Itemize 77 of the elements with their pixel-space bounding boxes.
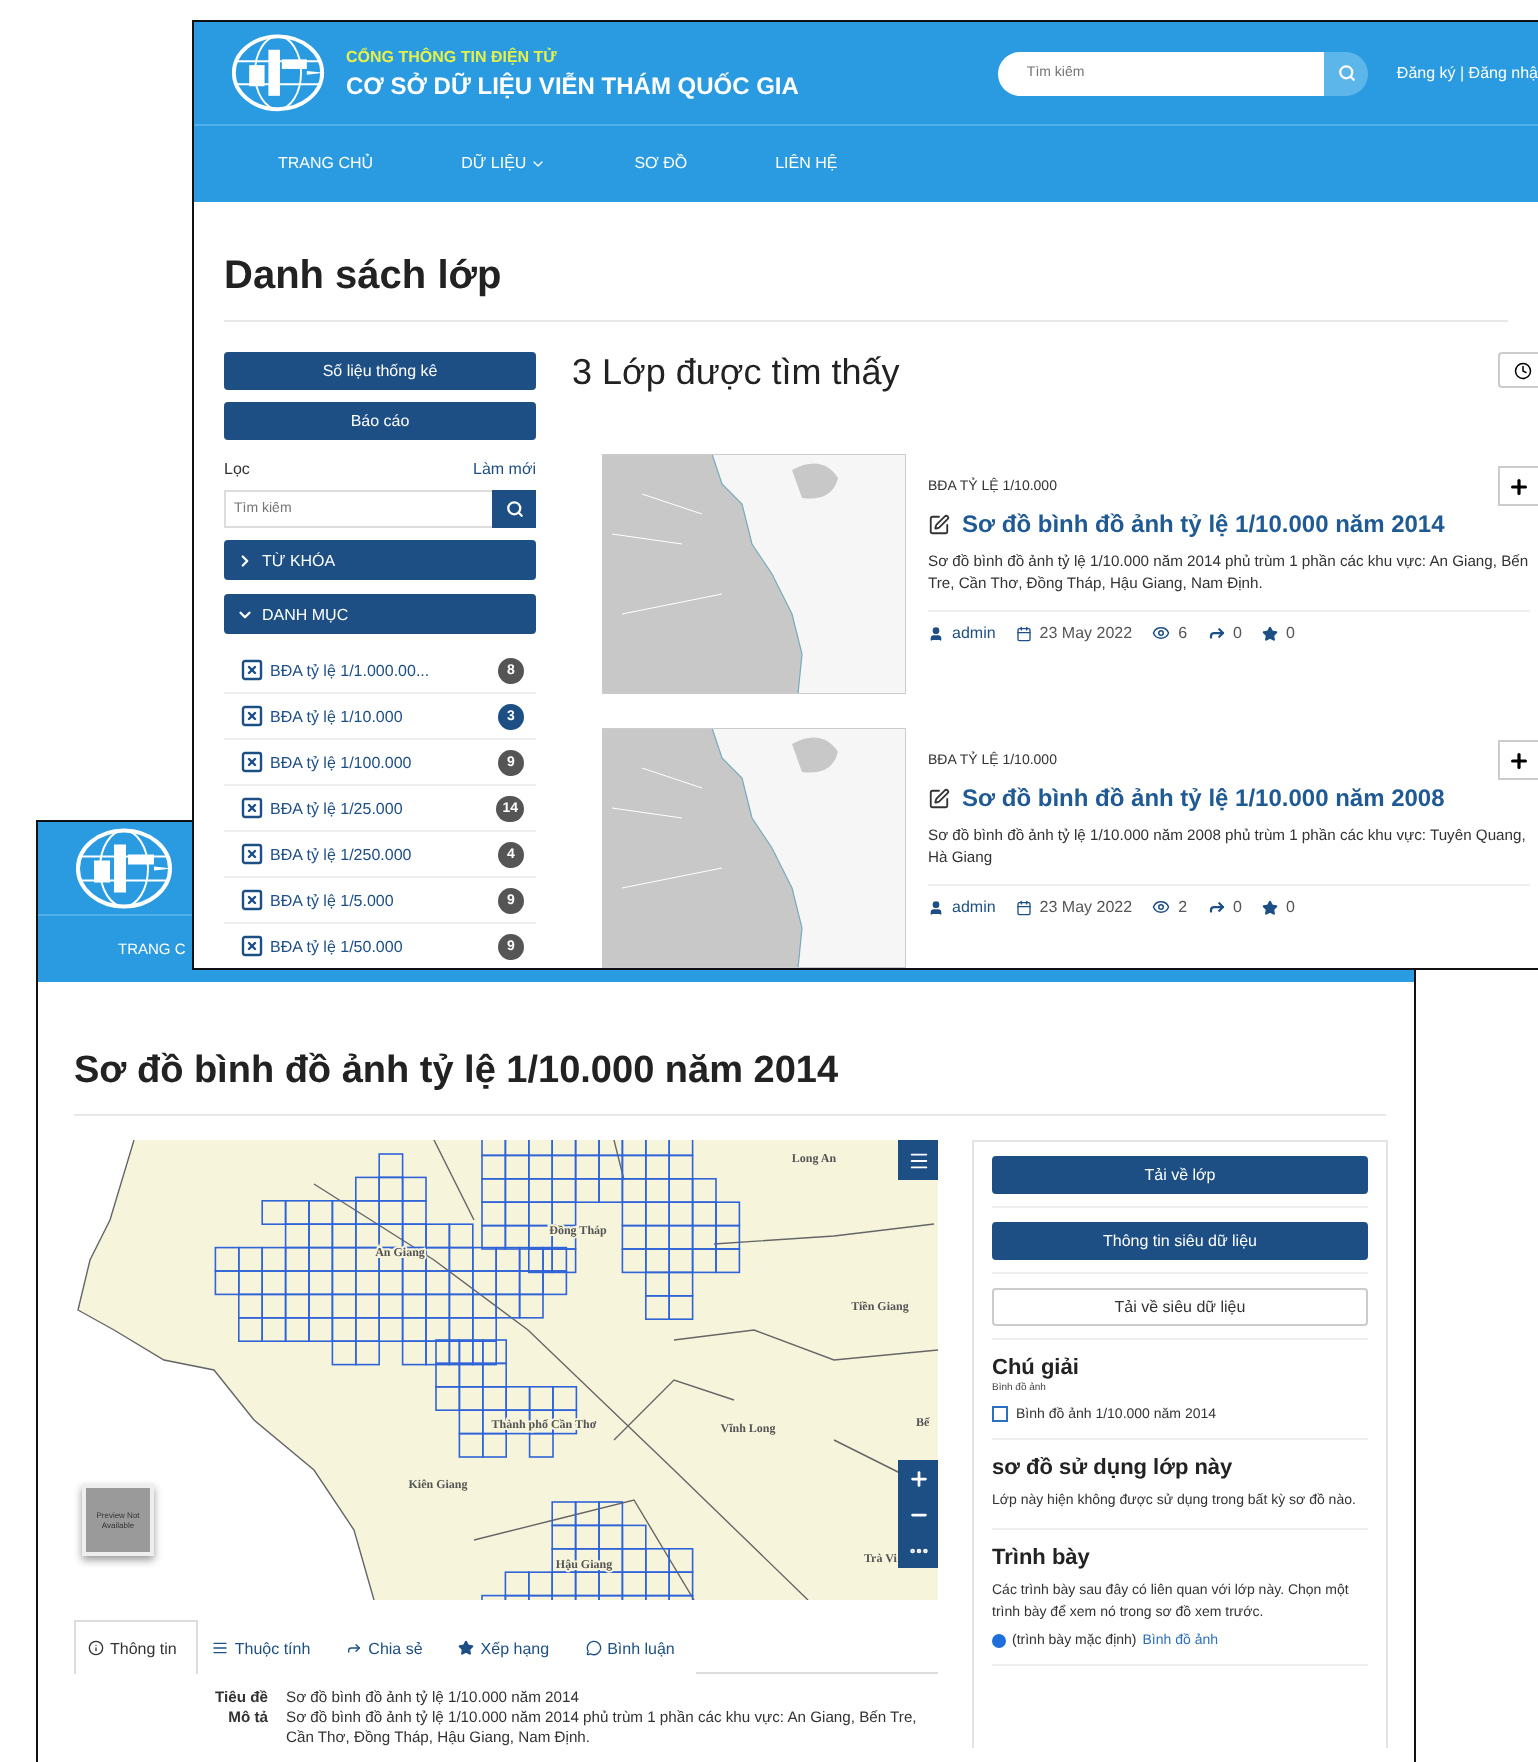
- rating-count: 0: [1285, 898, 1295, 916]
- calendar-icon: [1015, 899, 1032, 915]
- share-icon: [1207, 624, 1226, 642]
- category-label[interactable]: BĐA tỷ lệ 1/25.000: [270, 799, 491, 817]
- share-icon: [346, 1640, 363, 1656]
- date-text: 23 May 2022: [1039, 624, 1133, 642]
- remove-icon[interactable]: [240, 658, 264, 682]
- menu-icon: [907, 1149, 929, 1171]
- shares-count: 0: [1233, 898, 1242, 916]
- add-button[interactable]: [1498, 466, 1538, 506]
- edit-icon[interactable]: [928, 787, 950, 809]
- remove-icon[interactable]: [240, 704, 264, 728]
- eye-icon: [1152, 898, 1171, 916]
- remove-icon[interactable]: [240, 796, 264, 820]
- shares-count: 0: [1233, 624, 1242, 642]
- clock-button[interactable]: [1498, 352, 1538, 388]
- site-tagline: CỔNG THÔNG TIN ĐIỆN TỬ: [346, 47, 559, 65]
- layer-title[interactable]: Sơ đồ bình đồ ảnh tỷ lệ 1/10.000 năm 2014: [962, 510, 1445, 538]
- category-label[interactable]: BĐA tỷ lệ 1/50.000: [270, 937, 492, 955]
- category-label[interactable]: BĐA tỷ lệ 1/100.000: [270, 753, 492, 771]
- chevron-right-icon: [236, 551, 254, 569]
- search-icon: [505, 500, 523, 518]
- legend-heading: Chú giải: [992, 1356, 1081, 1380]
- author-text: admin: [952, 624, 996, 642]
- list-icon: [212, 1640, 229, 1656]
- checkbox[interactable]: [992, 1406, 1008, 1422]
- page-title: Sơ đồ bình đồ ảnh tỷ lệ 1/10.000 năm 2014: [74, 1050, 1386, 1116]
- share-icon: [1207, 898, 1226, 916]
- comment-icon: [585, 1640, 602, 1656]
- search-icon: [1337, 64, 1356, 82]
- sidebar-button[interactable]: Báo cáo: [224, 402, 536, 440]
- eye-icon: [1152, 624, 1171, 642]
- star-icon: [1261, 625, 1278, 641]
- remove-icon[interactable]: [240, 750, 264, 774]
- category-label[interactable]: BĐA tỷ lệ 1/10.000: [270, 707, 492, 725]
- site-logo: [74, 825, 174, 911]
- category-label[interactable]: BĐA tỷ lệ 1/5.000: [270, 891, 492, 909]
- remove-icon[interactable]: [240, 842, 264, 866]
- star-icon: [1261, 899, 1278, 915]
- search-button[interactable]: [492, 490, 536, 528]
- layer-title[interactable]: Sơ đồ bình đồ ảnh tỷ lệ 1/10.000 năm 2008: [962, 784, 1445, 812]
- results-heading: 3 Lớp được tìm thấy: [572, 352, 900, 394]
- category-label[interactable]: BĐA tỷ lệ 1/250.000: [270, 845, 492, 863]
- plus-icon: [1508, 749, 1530, 771]
- reset-link[interactable]: Làm mới: [473, 460, 536, 478]
- filter-label: Lọc: [224, 460, 250, 478]
- section-heading: Trình bày: [992, 1546, 1092, 1570]
- add-button[interactable]: [1498, 740, 1538, 780]
- sidebar-button[interactable]: Số liệu thống kê: [224, 352, 536, 390]
- views-count: 6: [1178, 624, 1188, 642]
- radio-button[interactable]: [992, 1634, 1006, 1648]
- star-icon: [458, 1640, 475, 1656]
- section-toggle[interactable]: TỪ KHÓA: [224, 540, 536, 580]
- action-button[interactable]: Tải về lớp: [992, 1156, 1368, 1194]
- plus-icon: [907, 1467, 929, 1489]
- date-text: 23 May 2022: [1039, 898, 1133, 916]
- info-icon: [88, 1640, 104, 1656]
- action-button[interactable]: Thông tin siêu dữ liệu: [992, 1222, 1368, 1260]
- rating-count: 0: [1285, 624, 1295, 642]
- category-label[interactable]: BĐA tỷ lệ 1/1.000.00...: [270, 661, 492, 679]
- author-text: admin: [952, 898, 996, 916]
- remove-icon[interactable]: [240, 934, 264, 958]
- calendar-icon: [1015, 625, 1032, 641]
- user-icon: [928, 899, 944, 915]
- tab[interactable]: Thông tin: [74, 1620, 199, 1674]
- page-title: Danh sách lớp: [224, 254, 1508, 322]
- remove-icon[interactable]: [240, 888, 264, 912]
- edit-icon[interactable]: [928, 513, 950, 535]
- site-title: CƠ SỞ DỮ LIỆU VIỄN THÁM QUỐC GIA: [346, 71, 801, 99]
- user-icon: [928, 625, 944, 641]
- plus-icon: [1508, 475, 1530, 497]
- site-logo: [230, 32, 326, 114]
- clock-icon: [1514, 361, 1532, 379]
- section-heading: sơ đồ sử dụng lớp này: [992, 1456, 1235, 1480]
- views-count: 2: [1178, 898, 1188, 916]
- action-button[interactable]: Tải về siêu dữ liệu: [992, 1288, 1368, 1326]
- section-toggle[interactable]: DANH MỤC: [224, 594, 536, 634]
